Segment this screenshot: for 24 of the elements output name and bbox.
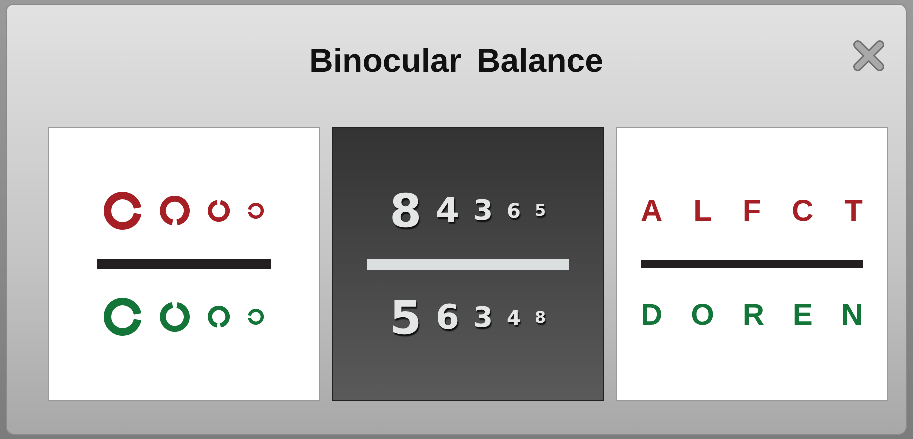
chart-digit: 3 (474, 196, 494, 224)
chart-letter: R (742, 301, 764, 331)
chart-digit: 6 (507, 200, 521, 220)
chart-digit: 4 (436, 194, 460, 228)
chart-letter: D (641, 301, 663, 331)
chart-digit: 5 (534, 202, 546, 218)
chart-panel[interactable]: 8 4 3 6 5 5 6 3 4 8 (332, 127, 604, 401)
chart-letter: C (792, 197, 814, 227)
chart-panel[interactable]: A L F C T D O R E N (616, 127, 888, 401)
chart-digit: 5 (390, 294, 422, 340)
chart-letter: N (841, 301, 863, 331)
chart-digit: 6 (436, 300, 460, 334)
window-title: Binocular Balance (310, 42, 604, 80)
chart-digit: 3 (474, 304, 494, 332)
chart-digit: 4 (507, 308, 521, 328)
chart-letter: O (691, 301, 714, 331)
chart-digit: 8 (534, 310, 546, 326)
chart-letter: E (792, 301, 813, 331)
chart-letter: L (694, 197, 712, 227)
chart-digit: 8 (390, 188, 422, 234)
chart-letter: F (742, 197, 762, 227)
chart-letter: T (844, 197, 863, 227)
chart-letter: A (641, 197, 663, 227)
chart-panel[interactable] (48, 127, 320, 401)
